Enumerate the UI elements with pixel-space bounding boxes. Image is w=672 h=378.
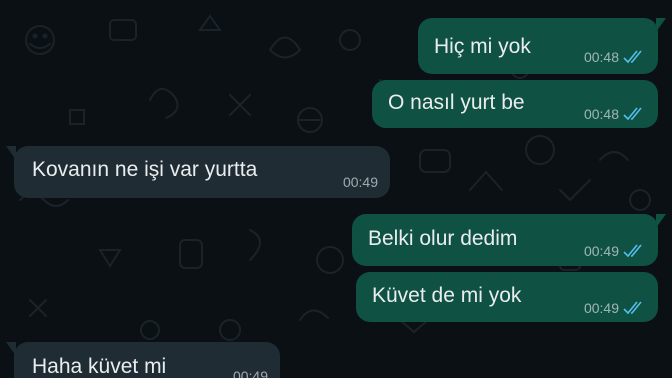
message-text: Belki olur dedim xyxy=(368,227,518,250)
bubble-tail xyxy=(6,342,16,356)
message-time: 00:48 xyxy=(583,49,619,65)
message-time: 00:49 xyxy=(583,300,619,316)
double-check-icon xyxy=(623,107,645,121)
message-bubble-outgoing[interactable]: Belki olur dedim 00:49 xyxy=(352,214,666,266)
double-check-icon xyxy=(623,301,645,315)
message-bubble-outgoing[interactable]: O nasıl yurt be 00:48 xyxy=(372,80,658,128)
message-meta: 00:49 xyxy=(584,300,645,316)
message-text: Kovanın ne işi var yurtta xyxy=(32,158,258,181)
message-bubble-incoming[interactable]: Kovanın ne işi var yurtta 00:49 xyxy=(6,146,390,198)
message-text: Haha küvet mi xyxy=(32,355,167,378)
message-text: Hiç mi yok xyxy=(434,35,531,58)
bubble-tail xyxy=(656,214,666,228)
message-time: 00:49 xyxy=(583,243,619,259)
message-meta: 00:49 xyxy=(343,174,378,190)
message-meta: 00:49 xyxy=(584,243,645,259)
message-bubble-incoming[interactable]: Haha küvet mi 00:49 xyxy=(6,342,280,378)
bubble-tail xyxy=(6,146,16,160)
message-time: 00:48 xyxy=(583,106,619,122)
double-check-icon xyxy=(623,244,645,258)
message-bubble-outgoing[interactable]: Hiç mi yok 00:48 xyxy=(418,18,666,74)
message-meta: 00:49 xyxy=(233,368,268,378)
bubble-tail xyxy=(656,18,666,32)
message-text: Küvet de mi yok xyxy=(372,284,522,307)
message-time: 00:49 xyxy=(342,174,378,190)
message-meta: 00:48 xyxy=(584,106,645,122)
message-time: 00:49 xyxy=(232,368,268,378)
message-text: O nasıl yurt be xyxy=(388,91,525,114)
chat-area: Hiç mi yok 00:48 O nasıl yurt be 00:48 K… xyxy=(0,0,672,378)
message-meta: 00:48 xyxy=(584,49,645,65)
double-check-icon xyxy=(623,50,645,64)
message-bubble-outgoing[interactable]: Küvet de mi yok 00:49 xyxy=(356,272,658,322)
